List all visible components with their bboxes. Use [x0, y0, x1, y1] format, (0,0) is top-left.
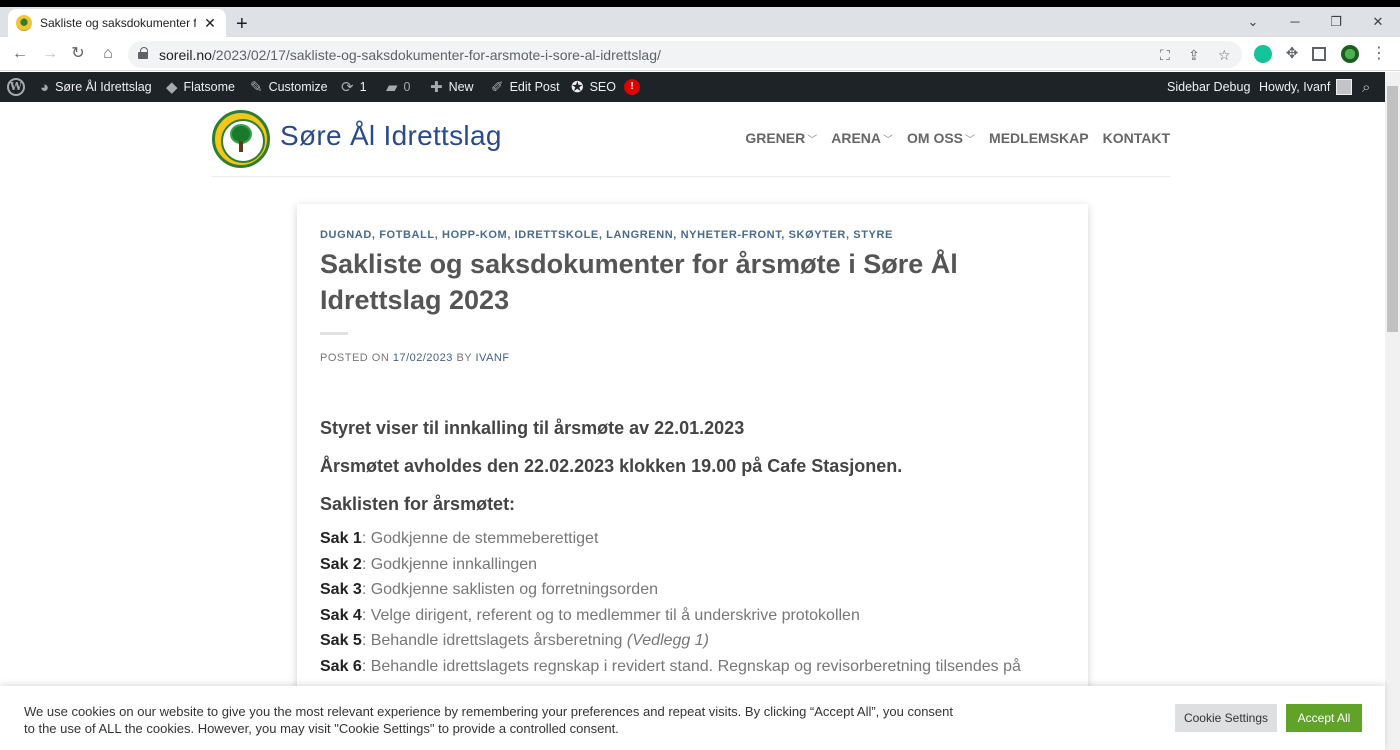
agenda-heading: Saklisten for årsmøtet:	[320, 494, 516, 514]
browser-toolbar: ← → ↻ ⌂ soreil.no/2023/02/17/sakliste-og…	[0, 37, 1400, 71]
lock-icon[interactable]	[138, 47, 148, 59]
post-meta: POSTED ON 17/02/2023 BY IVANF	[320, 352, 510, 364]
intro-line-1: Styret viser til innkalling til årsmøte …	[320, 418, 745, 438]
agenda-item: Sak 5: Behandle idrettslagets årsberetni…	[320, 632, 709, 649]
cookie-message: We use cookies on our website to give yo…	[24, 704, 953, 736]
seo-alert-badge: !	[623, 79, 640, 95]
minimize-icon[interactable]: ─	[1280, 14, 1310, 29]
window-top-edge	[0, 0, 1400, 7]
post-author-link[interactable]: IVANF	[476, 352, 510, 364]
web-page: Søre Ål Idrettslag GRENER ﹀ ARENA ﹀ OM OSS…	[0, 102, 1385, 750]
intro-line-2: Årsmøtet avholdes den 22.02.2023 klokken…	[320, 456, 903, 476]
maximize-icon[interactable]: ❐	[1321, 14, 1351, 30]
title-divider	[320, 332, 348, 335]
tab-title: Sakliste og saksdokumenter for å	[40, 16, 196, 30]
nav-om-oss[interactable]: OM OSS ﹀	[907, 130, 975, 146]
chevron-down-icon: ﹀	[883, 135, 894, 146]
cookie-consent-banner: We use cookies on our website to give yo…	[0, 686, 1385, 750]
agenda-item: Sak 6: Behandle idrettslagets regnskap i…	[320, 658, 1021, 675]
translate-icon[interactable]: ⛶	[1160, 47, 1170, 64]
address-bar[interactable]: soreil.no/2023/02/17/sakliste-og-saksdok…	[128, 41, 1242, 68]
comment-bubble-icon: ▰	[386, 79, 398, 96]
site-header: Søre Ål Idrettslag GRENER ﹀ ARENA ﹀ OM OSS…	[212, 102, 1170, 177]
home-icon[interactable]: ⌂	[98, 44, 118, 64]
nav-grener[interactable]: GRENER ﹀	[745, 130, 817, 146]
agenda-item: Sak 1: Godkjenne de stemmeberettiget	[320, 530, 599, 547]
profile-avatar-icon[interactable]	[1341, 45, 1359, 63]
new-tab-button[interactable]: +	[236, 14, 248, 34]
tab-search-chevron-icon[interactable]: ⌄	[1238, 14, 1268, 30]
url-text[interactable]: soreil.no/2023/02/17/sakliste-og-saksdok…	[159, 47, 661, 63]
admin-edit-post[interactable]: ✐ Edit Post	[491, 72, 560, 102]
admin-flatsome[interactable]: ◆ Flatsome	[166, 72, 235, 102]
accept-all-button[interactable]: Accept All	[1286, 704, 1362, 732]
scrollbar-thumb[interactable]	[1387, 86, 1398, 332]
dashboard-icon: ◕	[40, 78, 50, 96]
nav-arena[interactable]: ARENA ﹀	[831, 130, 893, 146]
site-favicon-icon	[16, 15, 32, 31]
post-date-link[interactable]: 17/02/2023	[393, 352, 453, 364]
admin-seo[interactable]: ✪ SEO!	[571, 72, 640, 102]
admin-new[interactable]: ✚ New	[430, 72, 474, 102]
flatsome-icon: ◆	[166, 79, 178, 96]
browser-menu-icon[interactable]: ⋮	[1370, 45, 1388, 63]
wordpress-logo-icon[interactable]: W	[7, 72, 25, 102]
brush-icon: ✎	[250, 79, 263, 96]
main-navigation: GRENER ﹀ ARENA ﹀ OM OSS ﹀ MEDLEMSKAP KONTAK…	[745, 130, 1170, 146]
site-title[interactable]: Søre Ål Idrettslag	[280, 120, 502, 152]
agenda-item: Sak 3: Godkjenne saklisten og forretning…	[320, 581, 658, 598]
user-avatar	[1336, 79, 1353, 95]
side-panel-icon[interactable]	[1312, 47, 1326, 61]
nav-kontakt[interactable]: KONTAKT	[1103, 130, 1170, 146]
updates-icon: ⟳	[341, 79, 354, 96]
page-scrollbar[interactable]	[1385, 72, 1400, 750]
wp-admin-bar: W ◕ Søre Ål Idrettslag ◆ Flatsome ✎ Customi…	[0, 72, 1400, 102]
admin-site-name[interactable]: ◕ Søre Ål Idrettslag	[40, 72, 152, 102]
seo-gear-icon: ✪	[571, 79, 584, 96]
cookie-settings-button[interactable]: Cookie Settings	[1175, 704, 1277, 732]
chevron-down-icon: ﹀	[807, 135, 818, 146]
admin-howdy-user[interactable]: Howdy, Ivanf	[1259, 72, 1353, 102]
share-icon[interactable]: ⇪	[1188, 47, 1200, 64]
admin-search-icon[interactable]: ⌕	[1362, 72, 1370, 102]
tab-strip: Sakliste og saksdokumenter for å ✕ + ⌄ ─…	[0, 7, 1400, 37]
browser-tab-active[interactable]: Sakliste og saksdokumenter for å ✕	[8, 9, 226, 37]
extensions-puzzle-icon[interactable]: ✥	[1283, 45, 1301, 63]
tab-close-icon[interactable]: ✕	[202, 15, 218, 32]
reload-icon[interactable]: ↻	[68, 44, 88, 64]
post-categories[interactable]: DUGNAD, FOTBALL, HOPP-KOM, IDRETTSKOLE, …	[320, 229, 893, 241]
admin-updates[interactable]: ⟳ 1	[341, 72, 367, 102]
forward-arrow-icon[interactable]: →	[40, 44, 60, 64]
post-article: DUGNAD, FOTBALL, HOPP-KOM, IDRETTSKOLE, …	[297, 204, 1088, 750]
agenda-item: Sak 4: Velge dirigent, referent og to me…	[320, 607, 860, 624]
browser-window: Sakliste og saksdokumenter for å ✕ + ⌄ ─…	[0, 0, 1400, 750]
admin-customize[interactable]: ✎ Customize	[250, 72, 328, 102]
grammarly-extension-icon[interactable]	[1254, 45, 1272, 63]
agenda-item: Sak 2: Godkjenne innkallingen	[320, 556, 538, 573]
close-window-icon[interactable]: ✕	[1363, 14, 1393, 30]
back-arrow-icon[interactable]: ←	[10, 44, 30, 64]
post-title: Sakliste og saksdokumenter for årsmøte i…	[320, 249, 958, 315]
bookmark-star-icon[interactable]: ☆	[1218, 47, 1231, 64]
pencil-icon: ✐	[491, 79, 504, 96]
admin-comments[interactable]: ▰ 0	[386, 72, 411, 102]
club-logo[interactable]	[212, 110, 270, 168]
nav-medlemskap[interactable]: MEDLEMSKAP	[989, 130, 1089, 146]
admin-sidebar-debug[interactable]: Sidebar Debug	[1167, 72, 1250, 102]
chevron-down-icon: ﹀	[965, 135, 976, 146]
plus-icon: ✚	[430, 79, 443, 96]
